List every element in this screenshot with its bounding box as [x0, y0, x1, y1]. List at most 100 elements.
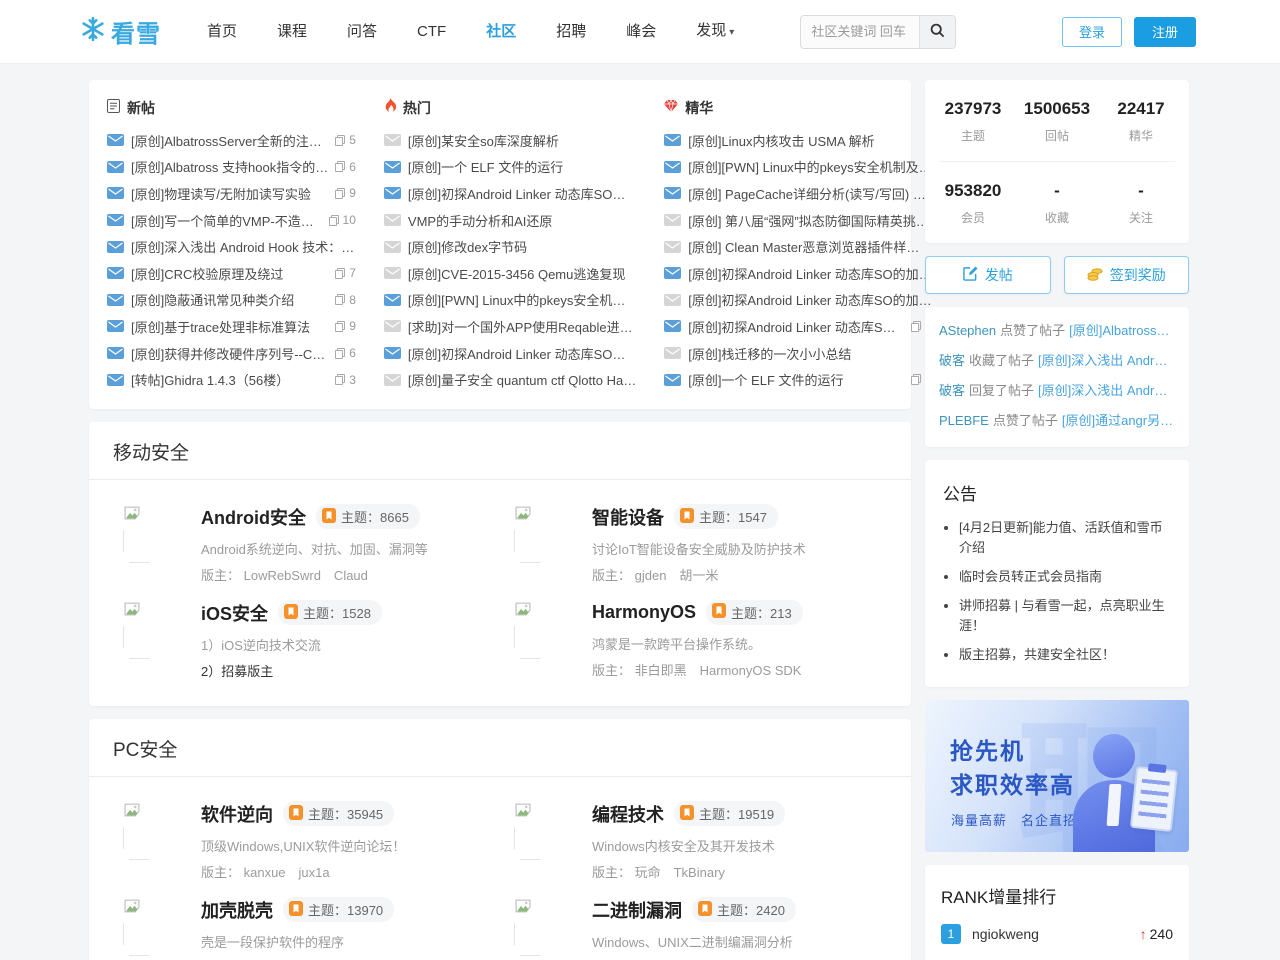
post-list-item[interactable]: [原创]AlbatrossServer全新的注… 5 [107, 127, 356, 154]
post-list-item[interactable]: [原创]一个 ELF 文件的运行 2 [664, 366, 931, 393]
nav-item[interactable]: 招聘 [536, 0, 606, 64]
post-list-item[interactable]: [原创]初探Android Linker 动态库S… 2 [664, 313, 931, 340]
signin-reward-button[interactable]: 签到奖励 [1064, 256, 1190, 294]
forum-info: 加壳脱壳 主题：13970 壳是一段保护软件的程序 [201, 897, 394, 959]
nav-item[interactable]: 首页 [187, 0, 257, 64]
forum-block[interactable]: 二进制漏洞 主题：2420 Windows、UNIX二进制编漏洞分析 [514, 897, 883, 959]
activity-username[interactable]: AStephen [939, 323, 996, 338]
nav-item[interactable]: 问答 [327, 0, 397, 64]
post-title: [原创]获得并修改硬件序列号--C… [131, 344, 328, 363]
post-list-item[interactable]: [原创]初探Android Linker 动态库SO… [384, 180, 636, 207]
forum-block[interactable]: 加壳脱壳 主题：13970 壳是一段保护软件的程序 [123, 897, 492, 959]
post-list-item[interactable]: [原创][PWN] Linux中的pkeys安全机制及… [664, 154, 931, 181]
rank-value: 240 [1150, 926, 1173, 942]
post-list-item[interactable]: [原创] 第八届“强网”拟态防御国际精英挑… [664, 207, 931, 234]
search-input[interactable] [801, 16, 919, 48]
forum-name[interactable]: 二进制漏洞 [592, 897, 682, 923]
kanxue-logo[interactable]: 看雪 [80, 14, 161, 49]
nav-item[interactable]: CTF [397, 0, 466, 64]
post-list-item[interactable]: [求助]对一个国外APP使用Reqable进… [384, 313, 636, 340]
forum-name[interactable]: Android安全 [201, 504, 306, 530]
forum-block[interactable]: 编程技术 主题：19519 Windows内核安全及其开发技术 版主： 玩命 T… [514, 801, 883, 881]
forum-block[interactable]: iOS安全 主题：1528 1）iOS逆向技术交流 2）招募版主 [123, 600, 492, 680]
announcement-link[interactable]: 讲师招募 | 与看雪一起，点亮职业生涯！ [959, 596, 1171, 636]
forum-moderators[interactable]: 版主： LowRebSwrd Claud [201, 565, 428, 584]
post-list-item[interactable]: [原创]量子安全 quantum ctf Qlotto Ha… [384, 366, 636, 393]
activity-username[interactable]: PLEBFE [939, 413, 989, 428]
activity-username[interactable]: 破客 [939, 353, 965, 368]
post-list-item[interactable]: [原创]Linux内核攻击 USMA 解析 [664, 127, 931, 154]
nav-item[interactable]: 峰会 [606, 0, 676, 64]
rank-username[interactable]: ngiokweng [972, 926, 1140, 942]
post-list-item[interactable]: VMP的手动分析和AI还原 [384, 207, 636, 234]
activity-item[interactable]: 破客回复了帖子[原创]深入浅出 Andr… [939, 376, 1175, 406]
post-list-item[interactable]: [转帖]Ghidra 1.4.3（56楼） 3 [107, 366, 356, 393]
nav-item[interactable]: 发现▾ [676, 0, 754, 65]
bookmark-icon [289, 901, 303, 919]
forum-name[interactable]: 加壳脱壳 [201, 897, 273, 923]
post-list-item[interactable]: [原创]隐蔽通讯常见种类介绍 8 [107, 287, 356, 314]
announcement-link[interactable]: 版主招募，共建安全社区！ [959, 645, 1171, 665]
activity-post-link[interactable]: [原创]Albatross… [1069, 323, 1169, 338]
post-title: [原创]一个 ELF 文件的运行 [408, 157, 636, 176]
forum-name[interactable]: 软件逆向 [201, 801, 273, 827]
post-list-item[interactable]: [原创] Clean Master恶意浏览器插件样… [664, 233, 931, 260]
copy-icon [329, 215, 339, 226]
activity-item[interactable]: AStephen点赞了帖子[原创]Albatross… [939, 316, 1175, 346]
login-button[interactable]: 登录 [1062, 17, 1122, 47]
post-list-item[interactable]: [原创]深入浅出 Android Hook 技术：… [107, 233, 356, 260]
section-pc-security: PC安全 软件逆向 [89, 719, 911, 960]
activity-item[interactable]: 破客收藏了帖子[原创]深入浅出 Andr… [939, 346, 1175, 376]
post-list-item[interactable]: [原创]获得并修改硬件序列号--C… 6 [107, 340, 356, 367]
post-list-item[interactable]: [原创]初探Android Linker 动态库SO的加… [664, 260, 931, 287]
reply-count-value: 6 [349, 160, 356, 174]
post-list-item[interactable]: [原创]栈迁移的一次小小总结 [664, 340, 931, 367]
post-list-item[interactable]: [原创][PWN] Linux中的pkeys安全机… [384, 287, 636, 314]
forum-moderators[interactable]: 版主： 玩命 TkBinary [592, 862, 785, 881]
forum-name[interactable]: 智能设备 [592, 504, 664, 530]
forum-description: Windows内核安全及其开发技术 [592, 836, 785, 855]
post-list-item[interactable]: [原创]写一个简单的VMP-不造… 10 [107, 207, 356, 234]
post-list-item[interactable]: [原创]CRC校验原理及绕过 7 [107, 260, 356, 287]
search-button[interactable] [919, 16, 955, 48]
forum-block[interactable]: Android安全 主题：8665 Android系统逆向、对抗、加固、漏洞等 … [123, 504, 492, 584]
forum-name[interactable]: iOS安全 [201, 600, 268, 626]
forum-name[interactable]: 编程技术 [592, 801, 664, 827]
post-list-item[interactable]: [原创]一个 ELF 文件的运行 [384, 154, 636, 181]
main-column: 新帖 [原创]AlbatrossServer全新的注… 5 [89, 80, 911, 960]
post-list-item[interactable]: [原创]基于trace处理非标准算法 9 [107, 313, 356, 340]
activity-post-link[interactable]: [原创]深入浅出 Andr… [1038, 353, 1167, 368]
forum-block[interactable]: HarmonyOS 主题：213 鸿蒙是一款跨平台操作系统。 版主： 非白即黑 … [514, 600, 883, 680]
announcement-link[interactable]: 临时会员转正式会员指南 [959, 567, 1171, 587]
new-post-button[interactable]: 发帖 [925, 256, 1051, 294]
announcement-link[interactable]: [4月2日更新]能力值、活跃值和雪币介绍 [959, 518, 1171, 558]
activity-username[interactable]: 破客 [939, 383, 965, 398]
job-ad-banner[interactable]: 职 抢先机 求职效率高 海量高薪 名企直招 [925, 700, 1189, 852]
post-list-item[interactable]: [原创]CVE-2015-3456 Qemu逃逸复现 [384, 260, 636, 287]
register-button[interactable]: 注册 [1134, 17, 1196, 47]
post-list-item[interactable]: [原创]Albatross 支持hook指令的… 6 [107, 154, 356, 181]
forum-moderators[interactable]: 版主： kanxue jux1a [201, 862, 405, 881]
nav-item[interactable]: 社区 [466, 0, 536, 64]
forum-name[interactable]: HarmonyOS [592, 602, 696, 623]
nav-item-label: 发现 [696, 22, 726, 39]
forum-moderators[interactable]: 版主： gjden 胡一米 [592, 565, 806, 584]
bookmark-icon [284, 604, 298, 622]
activity-item[interactable]: PLEBFE点赞了帖子[原创]通过angr另… [939, 406, 1175, 436]
post-list-item[interactable]: [原创]物理读写/无附加读写实验 9 [107, 180, 356, 207]
nav-item[interactable]: 课程 [257, 0, 327, 64]
forum-block[interactable]: 智能设备 主题：1547 讨论IoT智能设备安全威胁及防护技术 版主： gjde… [514, 504, 883, 584]
activity-post-link[interactable]: [原创]深入浅出 Andr… [1038, 383, 1167, 398]
post-list-item[interactable]: [原创]初探Android Linker 动态库SO… [384, 340, 636, 367]
post-list-item[interactable]: [原创] PageCache详细分析(读写/写回) … [664, 180, 931, 207]
activity-post-link[interactable]: [原创]通过angr另… [1062, 413, 1173, 428]
forum-block[interactable]: 软件逆向 主题：35945 顶级Windows,UNIX软件逆向论坛！ 版主： … [123, 801, 492, 881]
post-list-item[interactable]: [原创]修改dex字节码 [384, 233, 636, 260]
forum-moderators[interactable]: 版主： 非白即黑 HarmonyOS SDK [592, 660, 803, 679]
stat-item: - 收藏 [1015, 181, 1099, 226]
post-list-item[interactable]: [原创]初探Android Linker 动态库SO的加… [664, 287, 931, 314]
stat-value: - [1099, 181, 1183, 201]
envelope-icon [384, 374, 401, 386]
forum-moderators[interactable]: 2）招募版主 [201, 661, 382, 680]
post-list-item[interactable]: [原创]某安全so库深度解析 [384, 127, 636, 154]
